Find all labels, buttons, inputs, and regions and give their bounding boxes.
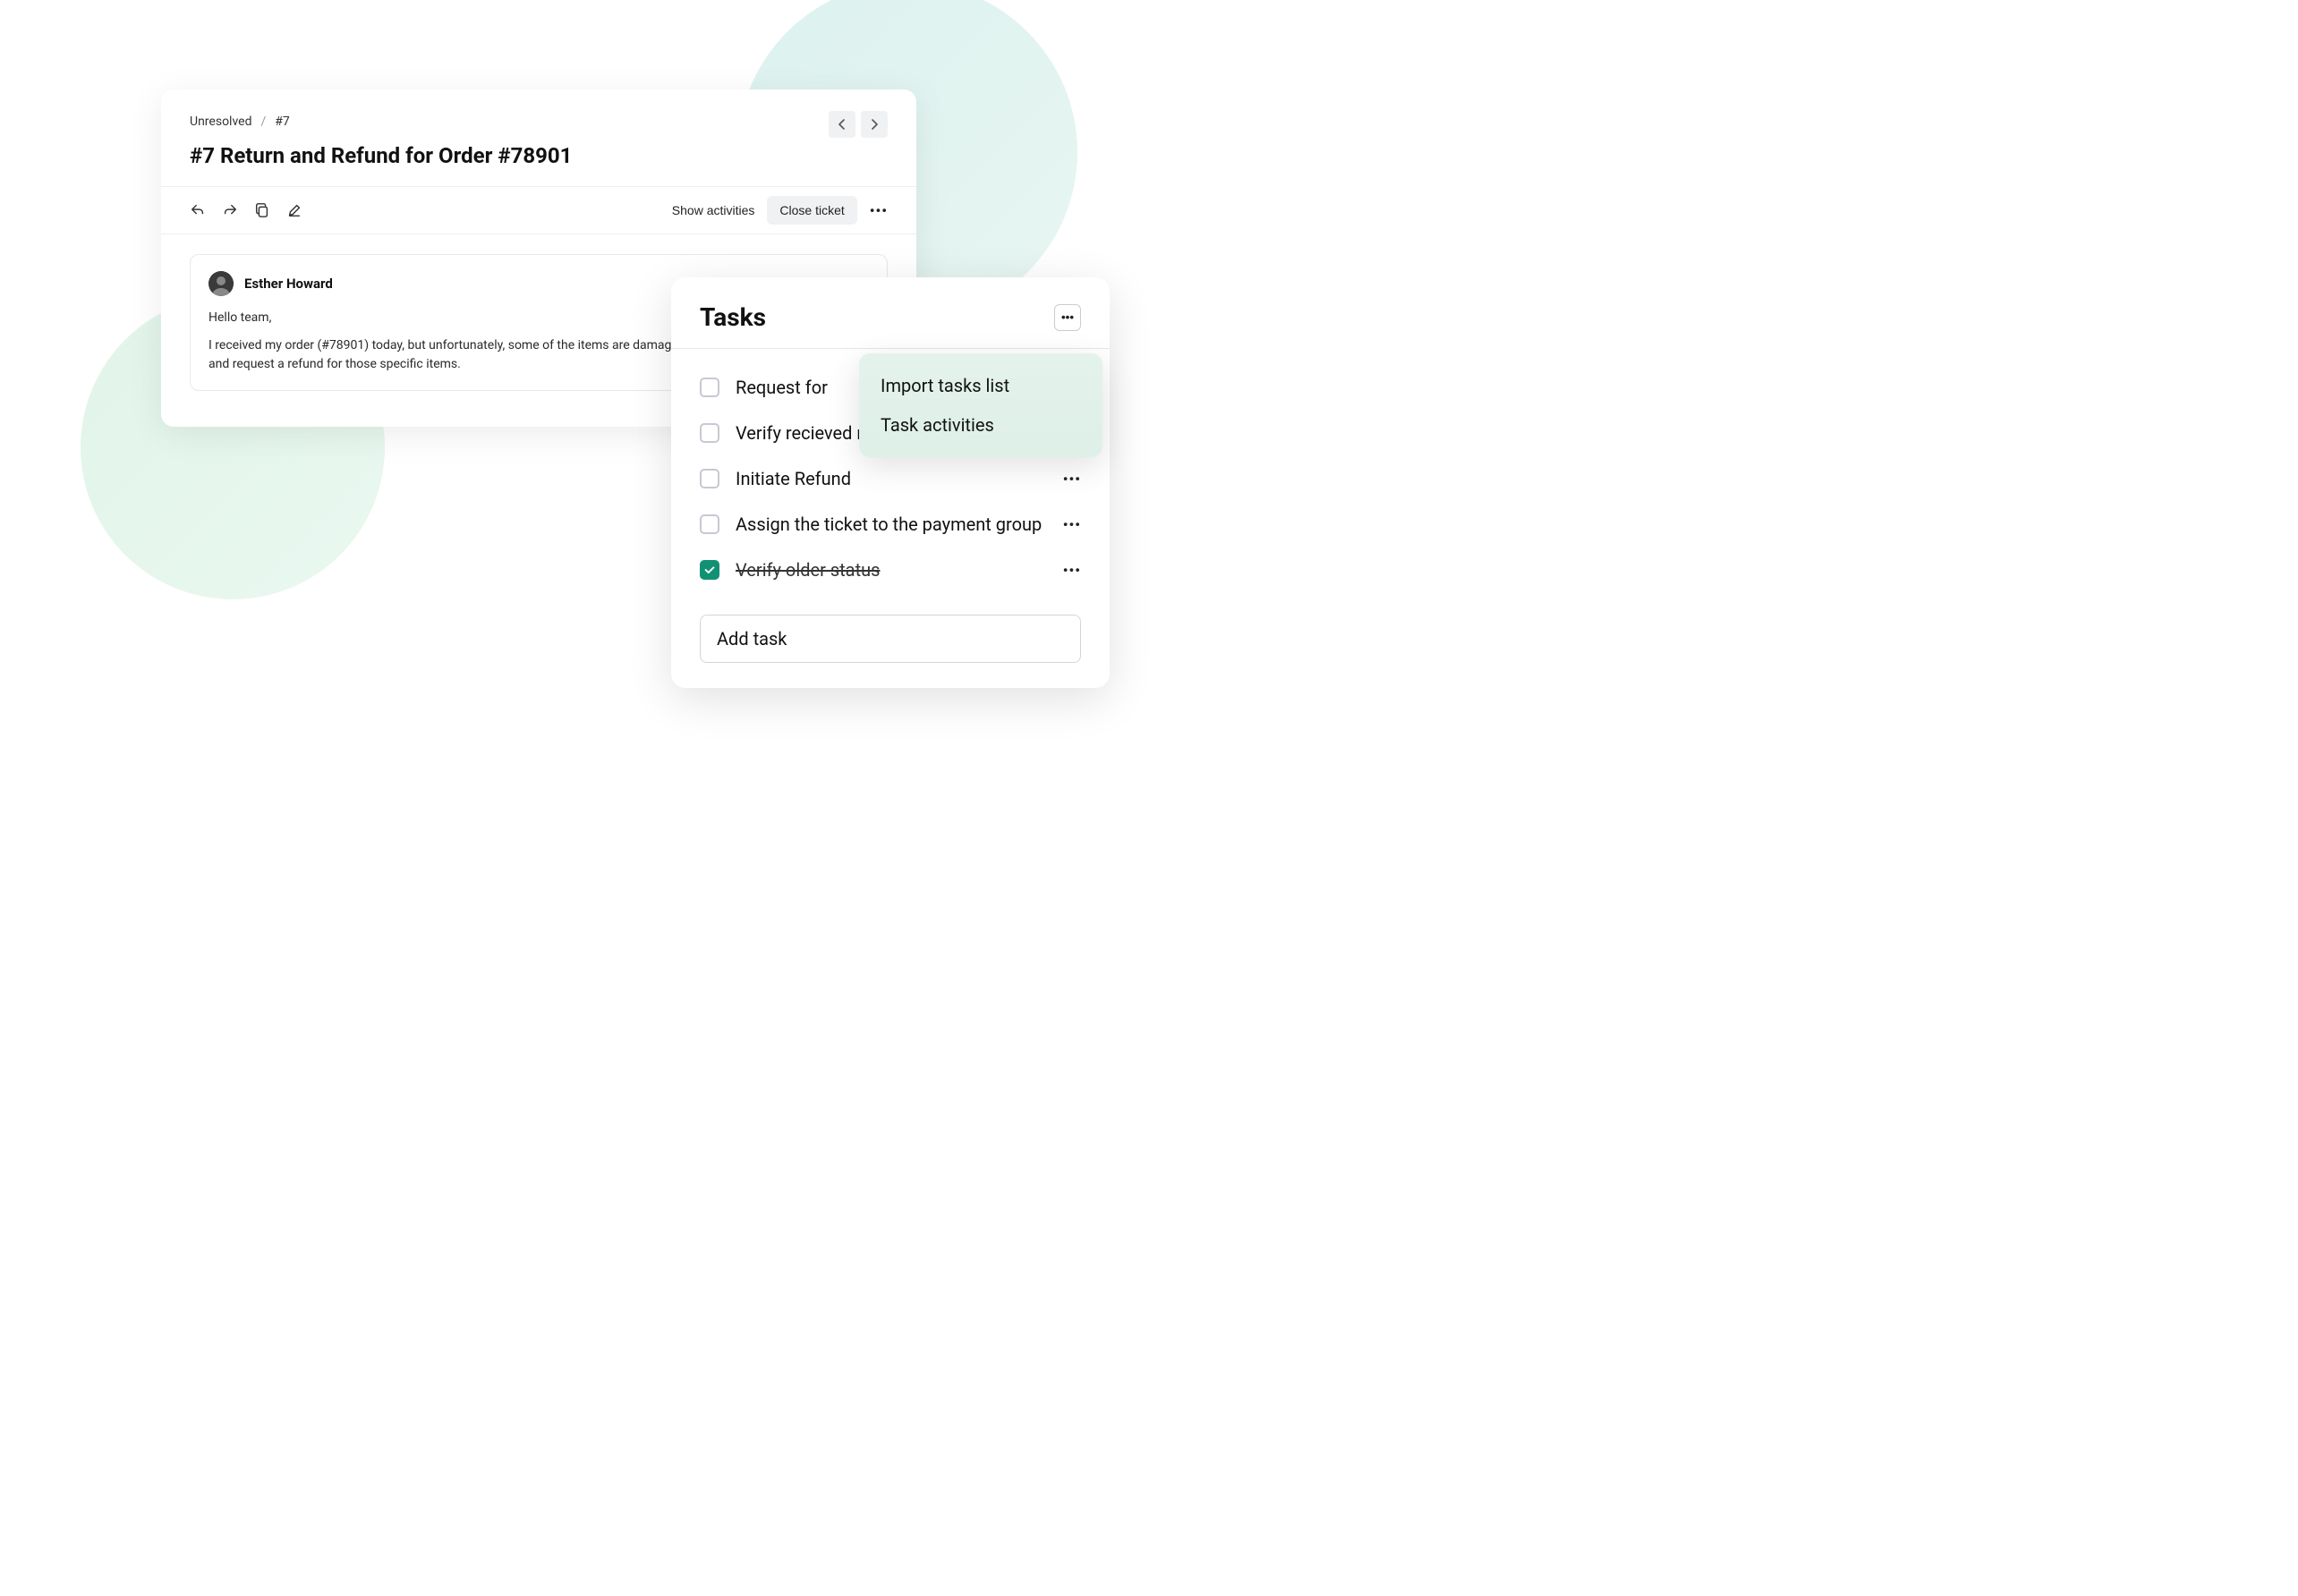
author-name: Esther Howard (244, 276, 333, 292)
breadcrumb: Unresolved / #7 (190, 115, 888, 129)
tasks-header: Tasks ••• (671, 277, 1110, 348)
dropdown-task-activities[interactable]: Task activities (859, 405, 1102, 445)
task-checkbox-checked[interactable] (700, 560, 719, 580)
task-checkbox[interactable] (700, 514, 719, 534)
reply-icon[interactable] (190, 202, 206, 218)
next-button[interactable] (861, 111, 888, 138)
task-row: Assign the ticket to the payment group •… (700, 502, 1081, 548)
prev-button[interactable] (829, 111, 855, 138)
chevron-left-icon (838, 119, 847, 130)
task-checkbox[interactable] (700, 378, 719, 397)
copy-icon[interactable] (254, 202, 270, 218)
task-label: Assign the ticket to the payment group (736, 513, 1047, 537)
chevron-right-icon (870, 119, 879, 130)
avatar (209, 271, 234, 296)
ticket-header: Unresolved / #7 #7 Return and Refund for… (161, 89, 916, 186)
task-more-icon[interactable]: ••• (1063, 562, 1081, 579)
edit-icon[interactable] (286, 202, 302, 218)
task-row: Initiate Refund ••• (700, 456, 1081, 502)
divider (671, 348, 1110, 349)
breadcrumb-item[interactable]: #7 (275, 115, 290, 129)
more-icon[interactable]: ••• (870, 202, 888, 219)
add-task-input[interactable]: Add task (700, 615, 1081, 663)
task-row: Verify older status ••• (700, 548, 1081, 593)
forward-icon[interactable] (222, 202, 238, 218)
tasks-more-button[interactable]: ••• (1054, 304, 1081, 331)
task-checkbox[interactable] (700, 469, 719, 488)
breadcrumb-separator: / (260, 115, 266, 129)
tasks-title: Tasks (700, 302, 766, 332)
task-label-done: Verify older status (736, 558, 1047, 582)
dropdown-import-tasks[interactable]: Import tasks list (859, 366, 1102, 405)
close-ticket-button[interactable]: Close ticket (767, 196, 856, 225)
task-more-icon[interactable]: ••• (1063, 471, 1081, 488)
task-checkbox[interactable] (700, 423, 719, 443)
show-activities-button[interactable]: Show activities (672, 203, 755, 217)
toolbar: Show activities Close ticket ••• (161, 186, 916, 234)
ticket-title: #7 Return and Refund for Order #78901 (190, 143, 888, 168)
tasks-dropdown-menu: Import tasks list Task activities (859, 353, 1102, 457)
task-more-icon[interactable]: ••• (1063, 516, 1081, 533)
tasks-panel: Tasks ••• Request for Verify recieved re… (671, 277, 1110, 688)
task-label: Initiate Refund (736, 467, 1047, 491)
header-nav (829, 111, 888, 138)
message-author: Esther Howard (209, 271, 333, 296)
check-icon (703, 564, 716, 576)
toolbar-left (190, 202, 302, 218)
toolbar-right: Show activities Close ticket ••• (672, 196, 888, 225)
breadcrumb-root[interactable]: Unresolved (190, 115, 251, 129)
